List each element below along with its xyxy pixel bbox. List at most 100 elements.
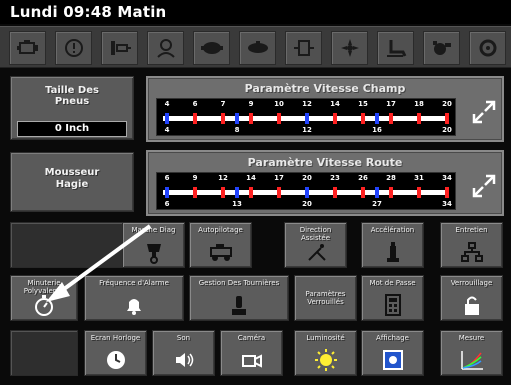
camera-icon bbox=[241, 354, 262, 368]
pump-icon[interactable] bbox=[193, 31, 230, 65]
alarm-frequency-label: Fréquence d'Alarme bbox=[99, 279, 169, 287]
scale-top-label: 34 bbox=[442, 174, 452, 182]
scale-bottom-label: 6 bbox=[164, 200, 170, 208]
hydraulic-icon[interactable] bbox=[101, 31, 138, 65]
assisted-steering-button[interactable]: Direction Assistée bbox=[284, 222, 347, 268]
scale-tick bbox=[389, 187, 393, 198]
camera-button[interactable]: Caméra bbox=[220, 330, 283, 376]
diag-label: Marche Diag bbox=[131, 226, 176, 234]
seat-icon[interactable] bbox=[377, 31, 414, 65]
tire-size-value: 0 Inch bbox=[17, 121, 127, 137]
sound-button[interactable]: Son bbox=[152, 330, 215, 376]
scale-top-label: 6 bbox=[192, 100, 198, 108]
scale-tick bbox=[165, 187, 169, 198]
field-speed-title: Paramètre Vitesse Champ bbox=[244, 82, 406, 95]
tire-warning-icon[interactable] bbox=[55, 31, 92, 65]
scale-bottom-label: 8 bbox=[234, 126, 240, 134]
field-speed-panel[interactable]: Paramètre Vitesse Champ 4 6 7 9 10 12 14 15 17 18… bbox=[146, 76, 504, 142]
lock-icon bbox=[464, 296, 479, 315]
datetime-label: Lundi 09:48 Matin bbox=[10, 3, 167, 21]
sun-icon bbox=[314, 349, 337, 371]
scale-top-label: 9 bbox=[192, 174, 198, 182]
settings-icon[interactable] bbox=[469, 31, 506, 65]
autopilot-button[interactable]: Autopilotage bbox=[189, 222, 252, 268]
headland-management-label: Gestion Des Tournières bbox=[198, 279, 280, 287]
autopilot-label: Autopilotage bbox=[198, 226, 243, 234]
scale-tick bbox=[277, 187, 281, 198]
blank-tile bbox=[10, 222, 134, 268]
scale-tick bbox=[305, 113, 309, 124]
scale-top-label: 12 bbox=[218, 174, 228, 182]
throttle-icon bbox=[386, 242, 399, 262]
joystick-icon bbox=[232, 296, 246, 315]
water-pump-icon[interactable] bbox=[423, 31, 460, 65]
scale-tick bbox=[235, 187, 239, 198]
scale-bottom-label: 34 bbox=[442, 200, 452, 208]
scale-top-label: 15 bbox=[358, 100, 368, 108]
headland-management-button[interactable]: Gestion Des Tournières bbox=[189, 275, 289, 321]
scale-bottom-label: 27 bbox=[372, 200, 382, 208]
diag-icon bbox=[146, 244, 161, 264]
expand-icon[interactable] bbox=[470, 98, 498, 126]
clock-screen-label: Ecran Horloge bbox=[90, 334, 141, 342]
password-button[interactable]: Mot de Passe bbox=[361, 275, 424, 321]
antenna-icon bbox=[307, 244, 326, 261]
scale-bottom-label: 16 bbox=[372, 126, 382, 134]
locked-settings-button[interactable]: Paramètres Verrouillés bbox=[294, 275, 357, 321]
maintenance-button[interactable]: Entretien bbox=[440, 222, 503, 268]
operator-icon[interactable] bbox=[147, 31, 184, 65]
scale-tick bbox=[305, 187, 309, 198]
foamer-button[interactable]: Mousseur Hagie bbox=[10, 152, 134, 212]
spray-nozzle-icon[interactable] bbox=[285, 31, 322, 65]
road-speed-panel[interactable]: Paramètre Vitesse Route 6 9 12 14 17 20 23 26 28… bbox=[146, 150, 504, 216]
scale-bottom-label: 20 bbox=[302, 200, 312, 208]
timer-button[interactable]: Minuterie Polyvalente bbox=[10, 275, 78, 321]
acceleration-button[interactable]: Accélération bbox=[361, 222, 424, 268]
tire-size-button[interactable]: Taille Des Pneus 0 Inch bbox=[10, 76, 134, 140]
scale-top-label: 18 bbox=[414, 100, 424, 108]
brightness-button[interactable]: Luminosité bbox=[294, 330, 357, 376]
field-speed-scale: 4 6 7 9 10 12 14 15 17 18 20 4 8 12 16 20 bbox=[156, 98, 456, 136]
foamer-label: Mousseur Hagie bbox=[44, 167, 100, 190]
scale-tick bbox=[333, 187, 337, 198]
spray-boom-icon[interactable] bbox=[239, 31, 276, 65]
stopwatch-icon bbox=[35, 295, 53, 316]
scale-tick bbox=[361, 187, 365, 198]
scale-bottom-label: 12 bbox=[302, 126, 312, 134]
graph-icon bbox=[460, 351, 483, 370]
clock-screen-button[interactable]: Ecran Horloge bbox=[84, 330, 147, 376]
scale-tick bbox=[375, 187, 379, 198]
fan-icon[interactable] bbox=[331, 31, 368, 65]
top-icon-bar bbox=[0, 26, 511, 68]
scale-top-label: 31 bbox=[414, 174, 424, 182]
calculator-icon bbox=[384, 294, 401, 316]
camera-label: Caméra bbox=[237, 334, 266, 342]
scale-bottom-label: 20 bbox=[442, 126, 452, 134]
scale-bottom-label: 4 bbox=[164, 126, 170, 134]
road-speed-scale: 6 9 12 14 17 20 23 26 28 31 34 6 13 20 27 34 bbox=[156, 172, 456, 210]
scale-bottom-label: 13 bbox=[232, 200, 242, 208]
display-button[interactable]: Affichage bbox=[361, 330, 424, 376]
scale-top-label: 20 bbox=[302, 174, 312, 182]
scale-tick bbox=[165, 113, 169, 124]
diag-button[interactable]: Marche Diag bbox=[122, 222, 185, 268]
alarm-frequency-button[interactable]: Fréquence d'Alarme bbox=[84, 275, 184, 321]
expand-icon[interactable] bbox=[470, 172, 498, 200]
measure-button[interactable]: Mesure bbox=[440, 330, 503, 376]
scale-tick bbox=[249, 113, 253, 124]
brightness-label: Luminosité bbox=[306, 334, 345, 342]
speaker-icon bbox=[175, 353, 193, 367]
measure-label: Mesure bbox=[458, 334, 485, 342]
lock-button[interactable]: Verrouillage bbox=[440, 275, 503, 321]
scale-tick bbox=[333, 113, 337, 124]
scale-top-label: 20 bbox=[442, 100, 452, 108]
scale-tick bbox=[235, 113, 239, 124]
scale-top-label: 7 bbox=[220, 100, 226, 108]
scale-tick bbox=[445, 113, 449, 124]
scale-top-label: 14 bbox=[330, 100, 340, 108]
scale-top-label: 9 bbox=[248, 100, 254, 108]
scale-tick bbox=[361, 113, 365, 124]
engine-icon[interactable] bbox=[9, 31, 46, 65]
scale-top-label: 14 bbox=[246, 174, 256, 182]
scale-top-label: 4 bbox=[164, 100, 170, 108]
